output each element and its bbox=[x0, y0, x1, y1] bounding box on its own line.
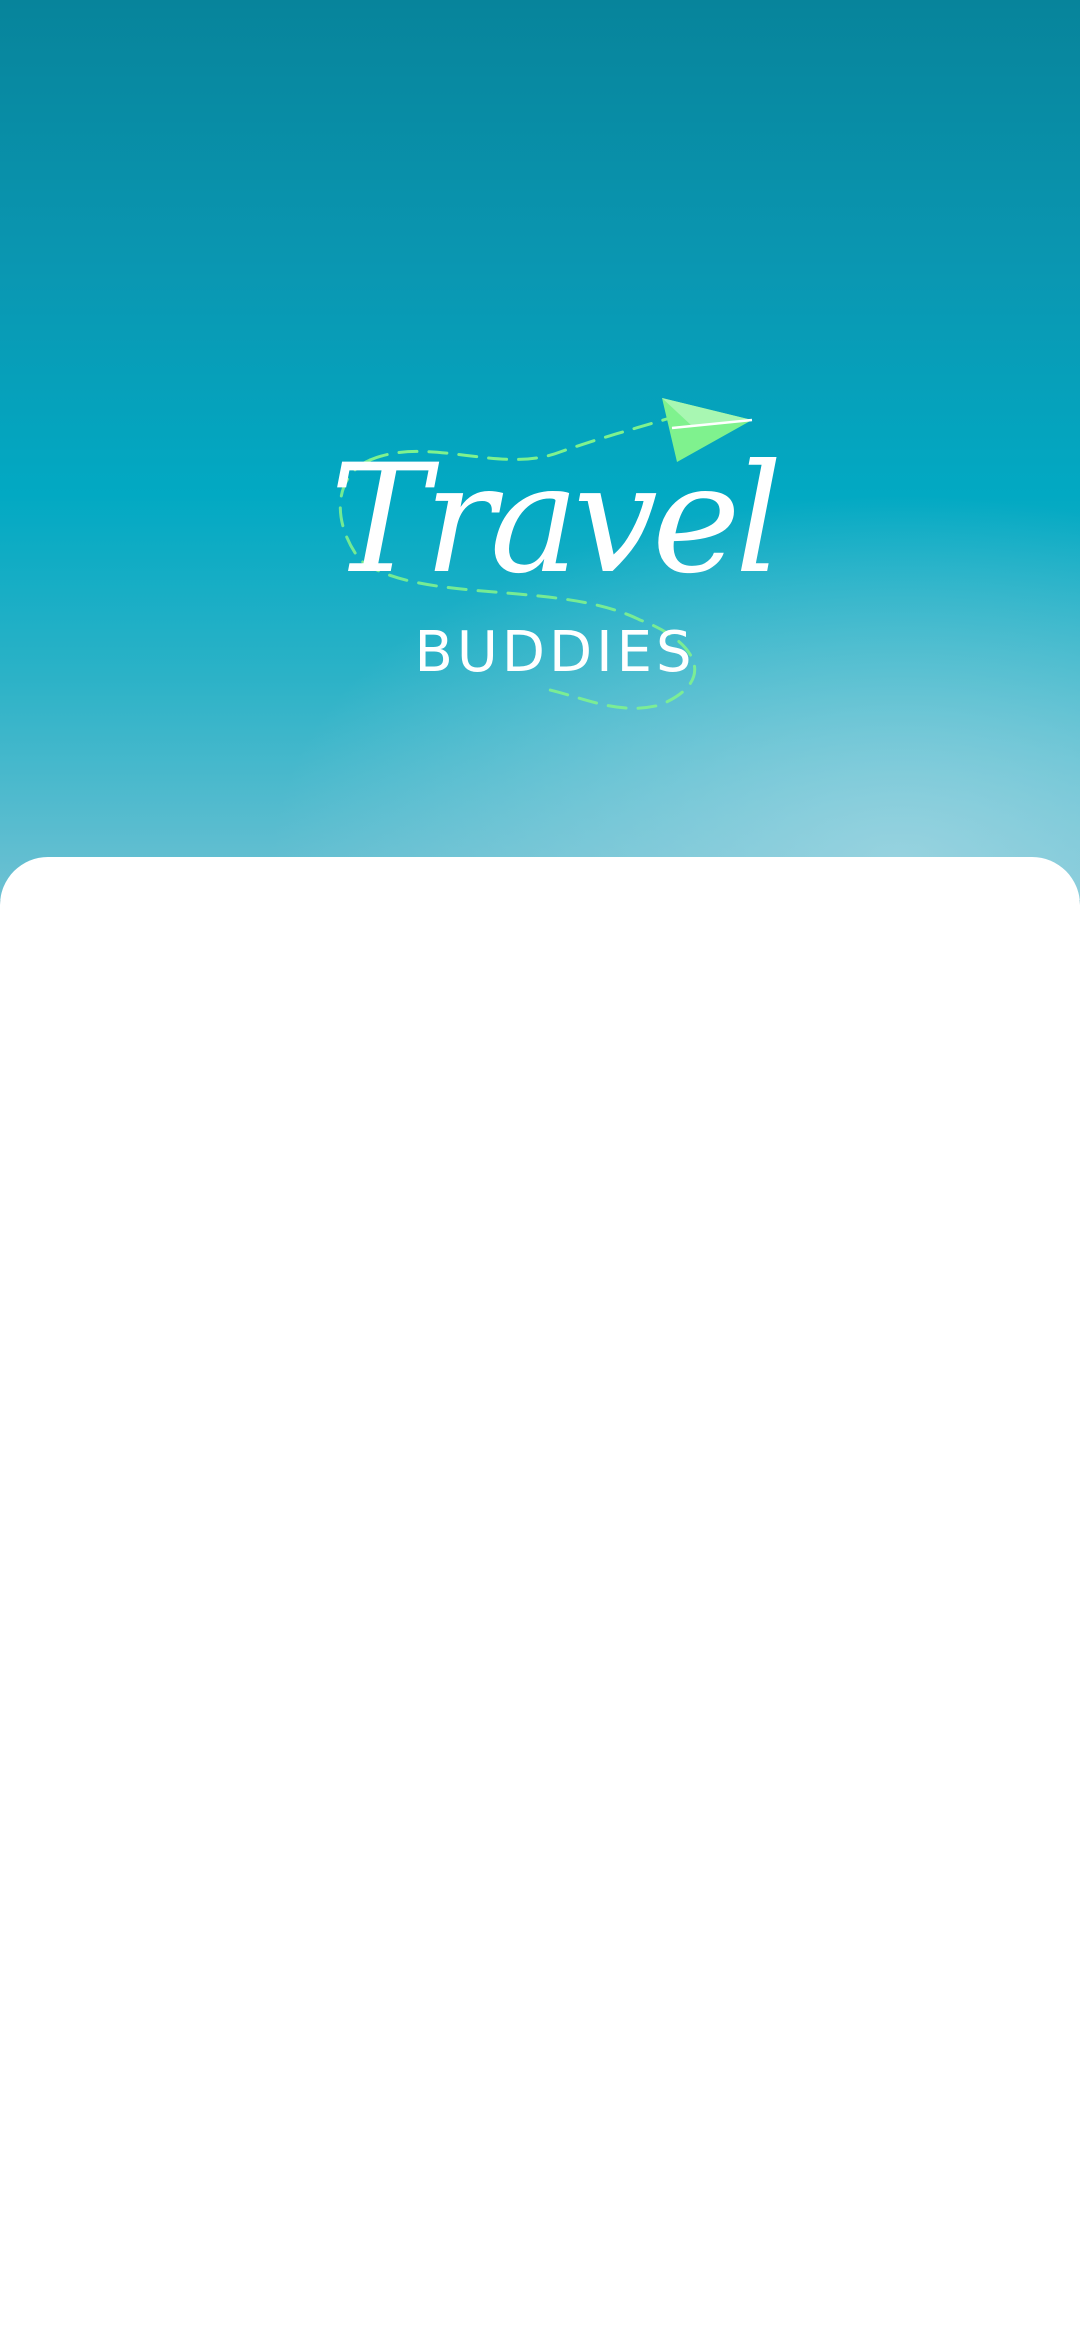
app-logo: Travel BUDDIES bbox=[300, 380, 783, 720]
logo-word-buddies: BUDDIES bbox=[414, 620, 696, 685]
splash-screen: Travel BUDDIES bbox=[0, 0, 1080, 2340]
content-sheet bbox=[0, 857, 1080, 2340]
logo-word-travel: Travel bbox=[330, 433, 783, 607]
